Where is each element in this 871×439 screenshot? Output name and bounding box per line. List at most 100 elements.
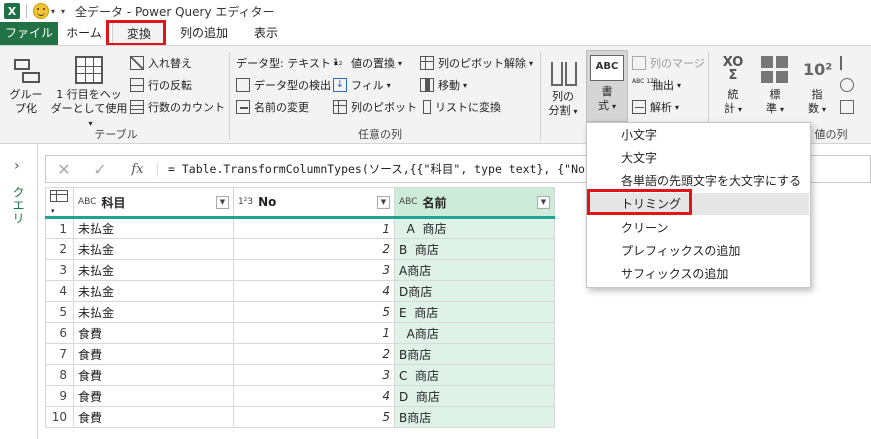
- cell-no[interactable]: 2: [233, 238, 395, 260]
- filter-dropdown-icon[interactable]: ▼: [216, 195, 229, 209]
- cell-no[interactable]: 3: [233, 259, 395, 281]
- cell-kamoku[interactable]: 食費: [73, 406, 234, 428]
- replace-values-button[interactable]: 1₂ 値の置換 ▾: [333, 54, 402, 72]
- cell-no[interactable]: 5: [233, 406, 395, 428]
- cell-kamoku[interactable]: 未払金: [73, 259, 234, 281]
- column-header-kamoku[interactable]: ABC 科目 ▼: [73, 187, 234, 219]
- cell-name[interactable]: A 商店: [394, 217, 555, 239]
- queries-pane: › クエリ: [0, 144, 38, 439]
- merge-columns-button[interactable]: 列のマージ: [632, 54, 705, 72]
- menu-item-capitalize-each-word[interactable]: 各単語の先頭文字を大文字にする: [588, 170, 809, 192]
- menu-item-uppercase[interactable]: 大文字: [588, 147, 809, 169]
- information-button[interactable]: [840, 98, 858, 116]
- cell-name[interactable]: A商店: [394, 259, 555, 281]
- reverse-rows-button[interactable]: 行の反転: [130, 76, 192, 94]
- cell-no[interactable]: 1: [233, 217, 395, 239]
- row-number[interactable]: 4: [45, 280, 74, 302]
- cell-no[interactable]: 5: [233, 301, 395, 323]
- rename-button[interactable]: 名前の変更: [236, 98, 309, 116]
- feedback-smiley-icon[interactable]: [33, 3, 49, 19]
- number-type-icon[interactable]: 1²3: [238, 197, 253, 207]
- pivot-column-button[interactable]: 列のピボット: [333, 98, 417, 116]
- cell-kamoku[interactable]: 食費: [73, 343, 234, 365]
- table-menu-button[interactable]: ▾: [45, 187, 74, 219]
- tab-add-column[interactable]: 列の追加: [170, 22, 238, 45]
- parse-button[interactable]: 解析 ▾: [632, 98, 679, 116]
- transpose-label: 入れ替え: [148, 57, 192, 70]
- cell-kamoku[interactable]: 食費: [73, 364, 234, 386]
- first-row-header-button[interactable]: 1 行目をヘッ ダーとして使用▾: [50, 56, 128, 131]
- group-by-button[interactable]: グルー プ化: [8, 56, 44, 116]
- expand-pane-chevron-icon[interactable]: ›: [14, 158, 20, 174]
- row-number[interactable]: 5: [45, 301, 74, 323]
- formula-input[interactable]: = Table.TransformColumnTypes(ソース,{{"科目",…: [158, 161, 599, 177]
- cell-no[interactable]: 2: [233, 343, 395, 365]
- convert-to-list-button[interactable]: リストに変換: [420, 98, 501, 116]
- menu-item-add-prefix[interactable]: プレフィックスの追加: [588, 240, 809, 262]
- cell-name[interactable]: B商店: [394, 406, 555, 428]
- tab-home[interactable]: ホーム: [60, 22, 108, 45]
- row-number[interactable]: 1: [45, 217, 74, 239]
- cell-no[interactable]: 1: [233, 322, 395, 344]
- column-header-name[interactable]: ABC 名前 ▼: [394, 187, 555, 219]
- row-number[interactable]: 9: [45, 385, 74, 407]
- row-number[interactable]: 8: [45, 364, 74, 386]
- row-number[interactable]: 2: [45, 238, 74, 260]
- scientific-button[interactable]: 10² 指 数 ▾: [800, 56, 834, 117]
- split-column-button[interactable]: 列の 分割 ▾: [545, 58, 581, 119]
- data-type-dropdown[interactable]: データ型: テキスト ▾: [236, 54, 338, 72]
- menu-item-clean[interactable]: クリーン: [588, 217, 809, 239]
- extract-button[interactable]: ABC 123 抽出 ▾: [632, 76, 681, 94]
- transpose-button[interactable]: 入れ替え: [130, 54, 192, 72]
- detect-type-icon: [236, 78, 250, 92]
- standard-button[interactable]: 標 準 ▾: [758, 56, 792, 117]
- move-label: 移動: [438, 79, 460, 92]
- cell-name[interactable]: D商店: [394, 280, 555, 302]
- column-header-no[interactable]: 1²3 No ▼: [233, 187, 395, 219]
- cell-kamoku[interactable]: 未払金: [73, 217, 234, 239]
- cell-no[interactable]: 3: [233, 364, 395, 386]
- cell-kamoku[interactable]: 食費: [73, 385, 234, 407]
- unpivot-button[interactable]: 列のピボット解除 ▾: [420, 54, 533, 72]
- row-number[interactable]: 7: [45, 343, 74, 365]
- text-type-icon[interactable]: ABC: [78, 197, 96, 207]
- qat-dropdown-icon[interactable]: ▾: [51, 7, 55, 16]
- fx-icon[interactable]: fx: [118, 161, 158, 177]
- menu-item-lowercase[interactable]: 小文字: [588, 124, 809, 146]
- filter-dropdown-icon[interactable]: ▼: [377, 195, 390, 209]
- cell-name[interactable]: D 商店: [394, 385, 555, 407]
- row-number[interactable]: 10: [45, 406, 74, 428]
- cell-kamoku[interactable]: 未払金: [73, 238, 234, 260]
- trigonometry-button[interactable]: [840, 54, 858, 72]
- format-button[interactable]: ABC 書 式 ▾: [586, 50, 628, 122]
- cell-name[interactable]: B 商店: [394, 238, 555, 260]
- cell-kamoku[interactable]: 食費: [73, 322, 234, 344]
- rounding-button[interactable]: [840, 76, 858, 94]
- fill-button[interactable]: ↓ フィル ▾: [333, 76, 391, 94]
- move-button[interactable]: 移動 ▾: [420, 76, 467, 94]
- cell-name[interactable]: C 商店: [394, 364, 555, 386]
- cell-no[interactable]: 4: [233, 385, 395, 407]
- cell-name[interactable]: B商店: [394, 343, 555, 365]
- menu-item-add-suffix[interactable]: サフィックスの追加: [588, 263, 809, 285]
- tab-file[interactable]: ファイル: [0, 22, 58, 45]
- cancel-formula-icon[interactable]: ✕: [46, 160, 82, 179]
- count-rows-button[interactable]: 行数のカウント: [130, 98, 225, 116]
- row-number[interactable]: 6: [45, 322, 74, 344]
- cell-name[interactable]: E 商店: [394, 301, 555, 323]
- queries-pane-label[interactable]: クエリ: [10, 186, 27, 225]
- menu-item-trim[interactable]: トリミング: [588, 193, 809, 215]
- text-type-icon[interactable]: ABC: [399, 197, 417, 207]
- cell-kamoku[interactable]: 未払金: [73, 280, 234, 302]
- confirm-formula-icon[interactable]: ✓: [82, 160, 118, 179]
- row-number[interactable]: 3: [45, 259, 74, 281]
- filter-dropdown-icon[interactable]: ▼: [537, 195, 550, 209]
- statistics-button[interactable]: XO Σ 統 計 ▾: [716, 56, 750, 117]
- tab-transform[interactable]: 変換: [112, 22, 166, 45]
- cell-name[interactable]: A商店: [394, 322, 555, 344]
- qat-customize-icon[interactable]: ▾: [61, 7, 65, 16]
- tab-view[interactable]: 表示: [244, 22, 288, 45]
- cell-kamoku[interactable]: 未払金: [73, 301, 234, 323]
- cell-no[interactable]: 4: [233, 280, 395, 302]
- detect-type-button[interactable]: データ型の検出: [236, 76, 331, 94]
